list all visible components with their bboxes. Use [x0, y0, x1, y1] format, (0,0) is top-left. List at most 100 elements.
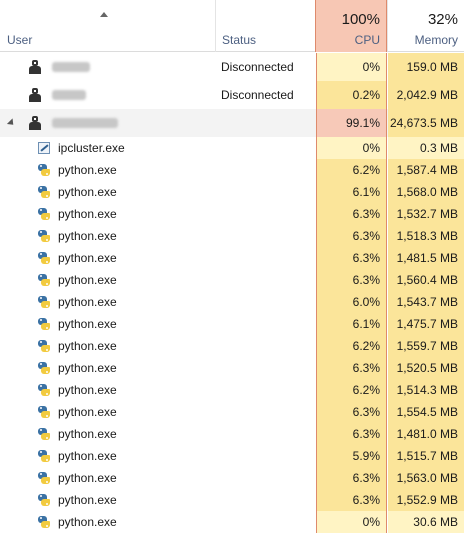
process-row[interactable]: python.exe 6.3% 1,563.0 MB [0, 467, 464, 489]
python-icon [37, 317, 51, 331]
process-memory: 1,568.0 MB [388, 181, 464, 203]
process-name: ipcluster.exe [58, 141, 125, 155]
process-row[interactable]: python.exe 6.1% 1,568.0 MB [0, 181, 464, 203]
column-status[interactable]: Status [215, 0, 315, 52]
process-cpu: 6.1% [316, 313, 387, 335]
process-cpu: 6.2% [316, 335, 387, 357]
process-row[interactable]: ipcluster.exe 0% 0.3 MB [0, 137, 464, 159]
column-user-label: User [7, 33, 33, 47]
process-cpu: 0% [316, 137, 387, 159]
python-icon [37, 449, 51, 463]
process-row[interactable]: python.exe 6.3% 1,554.5 MB [0, 401, 464, 423]
process-name: python.exe [58, 317, 117, 331]
python-icon [37, 515, 51, 529]
process-name: python.exe [58, 493, 117, 507]
process-name: python.exe [58, 251, 117, 265]
python-icon [37, 295, 51, 309]
process-row[interactable]: python.exe 6.2% 1,559.7 MB [0, 335, 464, 357]
process-cpu: 6.3% [316, 467, 387, 489]
user-status: Disconnected [221, 88, 294, 102]
user-cpu: 99.1% [316, 109, 387, 137]
process-row[interactable]: python.exe 5.9% 1,515.7 MB [0, 445, 464, 467]
user-row[interactable]: 99.1% 24,673.5 MB [0, 109, 464, 137]
user-row[interactable]: Disconnected 0% 159.0 MB [0, 53, 464, 81]
python-icon [37, 185, 51, 199]
process-row[interactable]: python.exe 6.3% 1,481.0 MB [0, 423, 464, 445]
process-row[interactable]: python.exe 6.1% 1,475.7 MB [0, 313, 464, 335]
user-cpu: 0.2% [316, 81, 387, 109]
process-name: python.exe [58, 163, 117, 177]
process-row[interactable]: python.exe 0% 30.6 MB [0, 511, 464, 533]
process-name: python.exe [58, 339, 117, 353]
process-name: python.exe [58, 383, 117, 397]
user-memory: 159.0 MB [388, 53, 464, 81]
process-memory: 30.6 MB [388, 511, 464, 533]
python-icon [37, 273, 51, 287]
process-memory: 1,560.4 MB [388, 269, 464, 291]
user-icon [28, 88, 42, 102]
process-row[interactable]: python.exe 6.3% 1,520.5 MB [0, 357, 464, 379]
column-memory[interactable]: 32% Memory [387, 0, 464, 52]
process-name: python.exe [58, 471, 117, 485]
user-name-redacted [52, 90, 86, 100]
process-memory: 1,481.5 MB [388, 247, 464, 269]
user-icon [28, 116, 42, 130]
column-cpu-label: CPU [354, 33, 380, 47]
process-cpu: 6.3% [316, 225, 387, 247]
process-cpu: 6.1% [316, 181, 387, 203]
python-icon [37, 163, 51, 177]
column-header: User Status 100% CPU 32% Memory [0, 0, 464, 52]
process-memory: 1,532.7 MB [388, 203, 464, 225]
process-row[interactable]: python.exe 6.3% 1,532.7 MB [0, 203, 464, 225]
process-memory: 1,518.3 MB [388, 225, 464, 247]
python-icon [37, 229, 51, 243]
python-icon [37, 339, 51, 353]
process-name: python.exe [58, 185, 117, 199]
process-name: python.exe [58, 207, 117, 221]
process-cpu: 6.2% [316, 159, 387, 181]
cpu-total-percent: 100% [341, 11, 380, 28]
process-row[interactable]: python.exe 6.2% 1,514.3 MB [0, 379, 464, 401]
process-cpu: 6.3% [316, 269, 387, 291]
python-icon [37, 471, 51, 485]
column-cpu[interactable]: 100% CPU [315, 0, 387, 52]
process-cpu: 6.2% [316, 379, 387, 401]
user-memory: 2,042.9 MB [388, 81, 464, 109]
python-icon [37, 383, 51, 397]
process-cpu: 5.9% [316, 445, 387, 467]
process-cpu: 6.3% [316, 247, 387, 269]
process-name: python.exe [58, 273, 117, 287]
user-name-redacted [52, 62, 90, 72]
sort-up-icon [100, 12, 108, 17]
user-process-list: Disconnected 0% 159.0 MB Disconnected 0.2% 2,… [0, 53, 464, 533]
memory-total-percent: 32% [427, 11, 458, 28]
process-memory: 1,514.3 MB [388, 379, 464, 401]
user-row[interactable]: Disconnected 0.2% 2,042.9 MB [0, 81, 464, 109]
user-status: Disconnected [221, 60, 294, 74]
process-row[interactable]: python.exe 6.0% 1,543.7 MB [0, 291, 464, 313]
process-row[interactable]: python.exe 6.3% 1,560.4 MB [0, 269, 464, 291]
python-icon [37, 427, 51, 441]
process-name: python.exe [58, 405, 117, 419]
process-cpu: 6.3% [316, 203, 387, 225]
python-icon [37, 251, 51, 265]
python-icon [37, 493, 51, 507]
process-name: python.exe [58, 427, 117, 441]
process-row[interactable]: python.exe 6.3% 1,552.9 MB [0, 489, 464, 511]
process-row[interactable]: python.exe 6.2% 1,587.4 MB [0, 159, 464, 181]
expand-arrow-icon[interactable] [6, 118, 17, 128]
process-row[interactable]: python.exe 6.3% 1,481.5 MB [0, 247, 464, 269]
column-status-label: Status [222, 33, 257, 47]
process-memory: 1,520.5 MB [388, 357, 464, 379]
column-memory-label: Memory [414, 33, 458, 47]
process-memory: 1,563.0 MB [388, 467, 464, 489]
user-cpu: 0% [316, 53, 387, 81]
process-name: python.exe [58, 229, 117, 243]
process-cpu: 6.3% [316, 357, 387, 379]
python-icon [37, 207, 51, 221]
process-cpu: 6.3% [316, 423, 387, 445]
process-row[interactable]: python.exe 6.3% 1,518.3 MB [0, 225, 464, 247]
column-user[interactable]: User [0, 0, 215, 52]
process-memory: 1,481.0 MB [388, 423, 464, 445]
process-memory: 1,587.4 MB [388, 159, 464, 181]
